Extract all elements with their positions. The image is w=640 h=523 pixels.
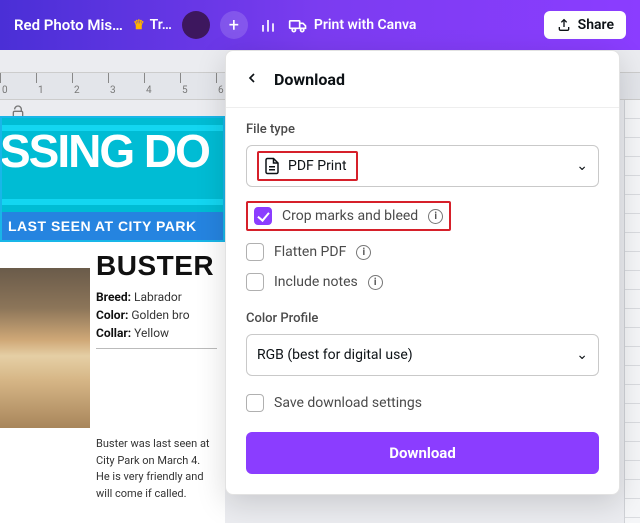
info-icon[interactable]: i xyxy=(428,209,443,224)
ruler-tick: 2 xyxy=(74,85,80,96)
include-notes-checkbox[interactable] xyxy=(246,273,264,291)
ruler-tick: 5 xyxy=(182,85,188,96)
design-canvas[interactable]: SSING DO LAST SEEN AT CITY PARK BUSTER B… xyxy=(0,116,225,523)
add-collaborator-button[interactable]: + xyxy=(220,11,248,39)
flatten-pdf-label: Flatten PDF xyxy=(274,244,346,260)
upload-icon xyxy=(556,17,572,33)
include-notes-label: Include notes xyxy=(274,274,358,290)
chevron-down-icon: ⌄ xyxy=(576,347,588,363)
color-profile-select[interactable]: RGB (best for digital use) ⌄ xyxy=(246,334,599,376)
crown-icon: ♛ xyxy=(133,18,145,33)
download-button[interactable]: Download xyxy=(246,432,599,474)
flatten-pdf-checkbox[interactable] xyxy=(246,243,264,261)
side-ruler xyxy=(624,100,640,523)
plus-icon: + xyxy=(229,15,239,36)
file-type-value: PDF Print xyxy=(288,158,347,174)
crop-marks-label: Crop marks and bleed xyxy=(282,208,418,224)
file-type-select[interactable]: PDF Print ⌄ xyxy=(246,145,599,187)
chevron-down-icon: ⌄ xyxy=(576,158,588,174)
ruler-tick: 6 xyxy=(218,85,224,96)
poster-photo xyxy=(0,268,90,428)
save-download-settings-option[interactable]: Save download settings xyxy=(246,388,599,418)
poster-body: BUSTER Breed: Labrador Color: Golden bro… xyxy=(0,242,225,428)
try-pro-label: Tr… xyxy=(150,17,172,33)
ruler-tick: 0 xyxy=(2,85,8,96)
ruler-tick: 4 xyxy=(146,85,152,96)
avatar[interactable] xyxy=(182,11,210,39)
top-app-bar: Red Photo Mis… ♛ Tr… + Print with Canva … xyxy=(0,0,640,50)
bar-chart-icon xyxy=(258,15,278,35)
poster-headline: SSING DO xyxy=(2,128,223,174)
poster-description: Buster was last seen at City Park on Mar… xyxy=(0,428,225,502)
file-type-label: File type xyxy=(246,122,599,137)
flatten-pdf-option[interactable]: Flatten PDF i xyxy=(246,237,599,267)
save-settings-label: Save download settings xyxy=(274,395,422,411)
poster-heading-section: SSING DO xyxy=(2,118,223,212)
print-with-canva-button[interactable]: Print with Canva xyxy=(288,15,417,35)
chevron-left-icon xyxy=(244,70,260,86)
back-button[interactable] xyxy=(244,67,260,91)
share-label: Share xyxy=(578,17,614,33)
poster-details: Breed: Labrador Color: Golden bro Collar… xyxy=(96,288,217,342)
save-settings-checkbox[interactable] xyxy=(246,394,264,412)
poster-subheading: LAST SEEN AT CITY PARK xyxy=(2,212,223,240)
download-popover: Download File type PDF Print ⌄ Crop mark… xyxy=(225,50,620,495)
print-label: Print with Canva xyxy=(314,17,417,33)
color-profile-label: Color Profile xyxy=(246,311,599,326)
truck-icon xyxy=(288,15,308,35)
document-title[interactable]: Red Photo Mis… xyxy=(14,16,123,34)
ruler-tick: 1 xyxy=(38,85,44,96)
popover-title: Download xyxy=(274,70,345,89)
pdf-file-icon xyxy=(263,157,281,175)
color-profile-value: RGB (best for digital use) xyxy=(257,347,413,363)
include-notes-option[interactable]: Include notes i xyxy=(246,267,599,297)
crop-marks-option[interactable]: Crop marks and bleed i xyxy=(246,201,451,231)
ruler-tick: 3 xyxy=(110,85,116,96)
selected-file-type-highlight: PDF Print xyxy=(257,151,358,181)
crop-marks-checkbox[interactable] xyxy=(254,207,272,225)
poster-pet-name: BUSTER xyxy=(96,250,217,282)
share-button[interactable]: Share xyxy=(544,11,626,39)
info-icon[interactable]: i xyxy=(356,245,371,260)
try-pro-button[interactable]: ♛ Tr… xyxy=(133,17,172,33)
info-icon[interactable]: i xyxy=(368,275,383,290)
analytics-button[interactable] xyxy=(258,15,278,35)
